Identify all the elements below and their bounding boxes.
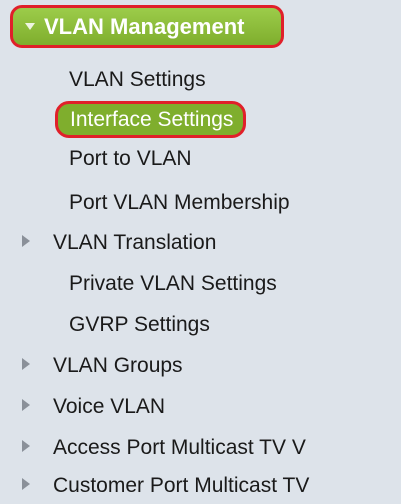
section-header-vlan-management[interactable]: VLAN Management [10,5,284,48]
menu-item-interface-settings[interactable]: Interface Settings [55,101,247,138]
menu-item-gvrp-settings[interactable]: GVRP Settings [69,305,210,345]
triangle-right-icon [22,399,30,412]
triangle-right-icon [22,440,30,453]
menu-item-port-to-vlan[interactable]: Port to VLAN [69,139,192,179]
menu-item-access-port-multicast-tv[interactable]: Access Port Multicast TV V [22,428,306,468]
section-title: VLAN Management [44,13,245,39]
menu-item-vlan-settings[interactable]: VLAN Settings [69,60,206,100]
menu-item-vlan-groups[interactable]: VLAN Groups [22,346,183,386]
menu-item-label: Customer Port Multicast TV [53,474,310,497]
nav-panel: VLAN Management VLAN Settings Interface … [0,0,401,504]
menu-item-port-vlan-membership[interactable]: Port VLAN Membership [69,183,290,223]
menu-item-label: VLAN Translation [53,231,217,254]
menu-item-label: Access Port Multicast TV V [53,436,306,459]
menu-item-voice-vlan[interactable]: Voice VLAN [22,387,165,427]
triangle-right-icon [22,358,30,371]
menu-item-label: Voice VLAN [53,395,166,418]
triangle-right-icon [22,478,30,491]
menu-item-private-vlan-settings[interactable]: Private VLAN Settings [69,264,277,304]
triangle-right-icon [22,235,30,248]
caret-down-icon [25,23,35,30]
menu-item-label: VLAN Groups [53,354,183,377]
menu-item-vlan-translation[interactable]: VLAN Translation [22,223,216,263]
menu-item-customer-port-multicast-tv[interactable]: Customer Port Multicast TV [22,466,309,504]
